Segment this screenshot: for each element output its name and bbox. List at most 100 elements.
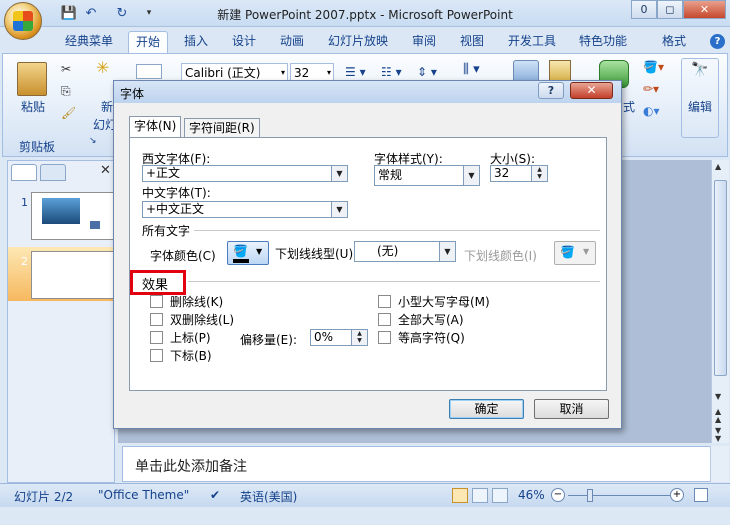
normal-view-icon[interactable] [452, 488, 468, 503]
font-size-spinner[interactable]: 32 ▲ ▼ [490, 165, 548, 182]
undo-icon[interactable]: ↶ [82, 5, 100, 22]
slideshow-icon[interactable] [492, 488, 508, 503]
tab-developer[interactable]: 开发工具 [502, 31, 562, 53]
shape-effects-icon[interactable]: ◐▾ [643, 104, 660, 118]
chevron-down-icon[interactable]: ▼ [463, 166, 479, 185]
tab-font[interactable]: 字体(N) [129, 116, 182, 138]
spellcheck-icon[interactable]: ✔ [210, 488, 220, 502]
chevron-down-icon[interactable]: ▼ [331, 166, 347, 181]
ok-button[interactable]: 确定 [449, 399, 524, 419]
small-caps-label[interactable]: 小型大写字母(M) [398, 293, 490, 310]
cancel-button[interactable]: 取消 [534, 399, 609, 419]
font-color-label: 字体颜色(C) [150, 249, 216, 263]
tab-home[interactable]: 开始 [128, 31, 168, 53]
tab-animation[interactable]: 动画 [272, 31, 312, 53]
font-dialog: 字体 ? ✕ 字体(N) 字符间距(R) 西文字体(F): +正文 ▼ 中文字体(… [113, 80, 622, 429]
tab-features[interactable]: 特色功能 [572, 31, 634, 53]
line-spacing-icon[interactable]: ⇕ ▾ [417, 65, 437, 79]
tab-slides[interactable] [11, 164, 37, 181]
new-slide-label[interactable]: 新 [101, 98, 113, 115]
tab-outline[interactable] [40, 164, 66, 181]
new-slide-icon[interactable]: ✳ [96, 58, 109, 77]
language-label[interactable]: 英语(美国) [240, 488, 297, 505]
spinner-icon[interactable]: ▲ ▼ [531, 166, 547, 181]
asian-font-value: +中文正文 [146, 202, 205, 216]
bullets-icon[interactable]: ☰ ▾ [345, 65, 366, 79]
subscript-label[interactable]: 下标(B) [170, 347, 212, 364]
cut-icon[interactable]: ✂ [61, 62, 71, 76]
zoom-out-icon[interactable]: − [551, 488, 565, 502]
slide-thumbnail-1[interactable] [31, 192, 118, 240]
chevron-down-icon[interactable]: ▼ [439, 242, 455, 261]
arrange-icon[interactable] [549, 60, 571, 82]
asian-font-combo[interactable]: +中文正文 ▼ [142, 201, 348, 218]
paste-label[interactable]: 粘贴 [21, 98, 45, 115]
dialog-help-button[interactable]: ? [538, 82, 564, 99]
equalize-height-label[interactable]: 等高字符(Q) [398, 329, 465, 346]
offset-spinner[interactable]: 0% ▲ ▼ [310, 329, 368, 346]
font-style-combo[interactable]: 常规 ▼ [374, 165, 480, 186]
next-slide-icon[interactable]: ▼ ▼ [715, 427, 721, 443]
minimize-button[interactable]: 0 [631, 0, 657, 19]
tab-format[interactable]: 格式 [654, 31, 694, 53]
underline-style-combo[interactable]: (无) ▼ [354, 241, 456, 262]
vertical-scrollbar[interactable]: ▲ ▼ ▲ ▲ ▼ ▼ [711, 160, 729, 443]
dialog-close-button[interactable]: ✕ [570, 82, 613, 99]
tab-view[interactable]: 视图 [452, 31, 492, 53]
spinner-icon[interactable]: ▲ ▼ [351, 330, 367, 345]
text-direction-icon[interactable]: ⫼ ▾ [463, 62, 480, 77]
notes-scrollbar[interactable] [710, 446, 729, 482]
save-icon[interactable]: 💾 [60, 5, 78, 22]
tab-design[interactable]: 设计 [224, 31, 264, 53]
copy-icon[interactable]: ⎘ [61, 84, 71, 99]
scroll-up-icon[interactable]: ▲ [715, 162, 721, 171]
office-button[interactable] [4, 2, 42, 40]
latin-font-combo[interactable]: +正文 ▼ [142, 165, 348, 182]
subscript-checkbox[interactable] [150, 349, 163, 362]
scrollbar-thumb[interactable] [714, 180, 727, 376]
double-strikethrough-label[interactable]: 双删除线(L) [170, 311, 234, 328]
font-color-button[interactable]: 🪣 ▼ [227, 241, 269, 265]
ribbon-tabs: 经典菜单 开始 插入 设计 动画 幻灯片放映 审阅 视图 开发工具 特色功能 格… [0, 27, 730, 53]
layout-icon[interactable] [136, 64, 162, 79]
superscript-checkbox[interactable] [150, 331, 163, 344]
qat-customize-icon[interactable]: ▾ [140, 5, 158, 22]
previous-slide-icon[interactable]: ▲ ▲ [715, 408, 721, 424]
strikethrough-checkbox[interactable] [150, 295, 163, 308]
tab-classic-menu[interactable]: 经典菜单 [58, 31, 120, 53]
all-caps-label[interactable]: 全部大写(A) [398, 311, 464, 328]
zoom-level[interactable]: 46% [518, 488, 545, 502]
shape-outline-icon[interactable]: ✏▾ [643, 82, 659, 96]
format-painter-icon[interactable]: 🖌 [61, 106, 76, 120]
help-icon[interactable]: ? [710, 34, 725, 49]
tab-review[interactable]: 审阅 [404, 31, 444, 53]
shape-fill-icon[interactable]: 🪣▾ [643, 60, 664, 74]
tab-insert[interactable]: 插入 [176, 31, 216, 53]
quick-styles-label[interactable]: 式 [623, 98, 635, 115]
close-icon[interactable]: ✕ [100, 163, 111, 178]
notes-pane[interactable]: 单击此处添加备注 [122, 446, 718, 482]
zoom-slider-track[interactable] [568, 495, 670, 496]
strikethrough-label[interactable]: 删除线(K) [170, 293, 223, 310]
tab-slideshow[interactable]: 幻灯片放映 [323, 31, 393, 53]
small-caps-checkbox[interactable] [378, 295, 391, 308]
equalize-height-checkbox[interactable] [378, 331, 391, 344]
zoom-in-icon[interactable]: + [670, 488, 684, 502]
dialog-launcher-icon[interactable]: ↘ [89, 136, 97, 146]
zoom-slider-thumb[interactable] [587, 489, 593, 502]
redo-icon[interactable]: ↻ [113, 5, 131, 22]
chevron-down-icon[interactable]: ▼ [331, 202, 347, 217]
all-caps-checkbox[interactable] [378, 313, 391, 326]
paste-icon[interactable] [17, 62, 47, 96]
slide-thumbnail-2[interactable] [31, 251, 118, 299]
double-strikethrough-checkbox[interactable] [150, 313, 163, 326]
underline-color-button[interactable]: 🪣 ▼ [554, 241, 596, 265]
scroll-down-icon[interactable]: ▼ [715, 392, 721, 401]
tab-character-spacing[interactable]: 字符间距(R) [184, 118, 260, 138]
numbering-icon[interactable]: ☷ ▾ [381, 65, 402, 79]
fit-to-window-icon[interactable] [694, 488, 708, 502]
slide-sorter-icon[interactable] [472, 488, 488, 503]
restore-button[interactable]: ◻ [657, 0, 683, 19]
close-button[interactable]: ✕ [683, 0, 726, 19]
superscript-label[interactable]: 上标(P) [170, 329, 211, 346]
